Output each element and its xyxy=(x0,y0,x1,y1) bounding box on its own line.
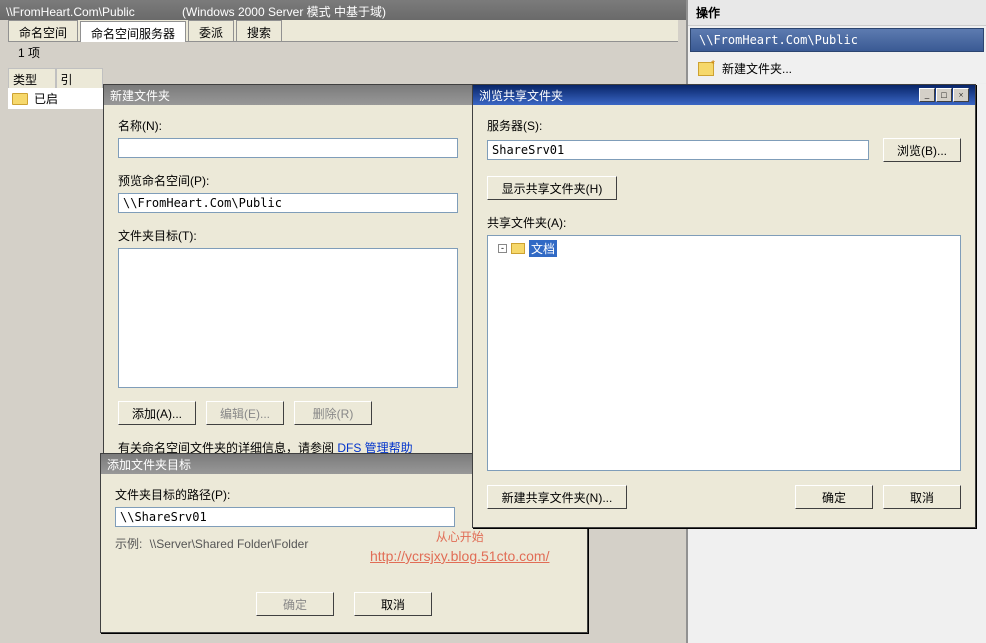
main-mode: (Windows 2000 Server 模式 中基于域) xyxy=(182,5,386,19)
tab-delegation[interactable]: 委派 xyxy=(188,20,234,41)
edit-button: 编辑(E)... xyxy=(206,401,284,425)
name-label: 名称(N): xyxy=(118,117,458,134)
example-value: \\Server\Shared Folder\Folder xyxy=(150,537,309,551)
item-count: 1 项 xyxy=(18,44,40,61)
tab-strip: 命名空间 命名空间服务器 委派 搜索 xyxy=(8,20,678,42)
list-row[interactable]: 已启 xyxy=(8,88,103,109)
maximize-button[interactable]: □ xyxy=(936,88,952,102)
tree-item[interactable]: - 文档 xyxy=(498,240,956,257)
row-status: 已启 xyxy=(34,90,58,107)
add-button[interactable]: 添加(A)... xyxy=(118,401,196,425)
example-label: 示例: xyxy=(115,537,142,551)
name-input[interactable] xyxy=(118,138,458,158)
browse-title: 浏览共享文件夹 xyxy=(479,87,563,104)
shares-tree[interactable]: - 文档 xyxy=(487,235,961,471)
main-path: \\FromHeart.Com\Public xyxy=(6,5,135,19)
actions-sub: \\FromHeart.Com\Public xyxy=(690,28,984,52)
delete-button: 删除(R) xyxy=(294,401,372,425)
window-buttons: _ □ × xyxy=(919,88,969,102)
actions-new-folder[interactable]: 新建文件夹... xyxy=(688,54,986,84)
show-shares-button[interactable]: 显示共享文件夹(H) xyxy=(487,176,617,200)
tree-collapse-icon[interactable]: - xyxy=(498,244,507,253)
server-label: 服务器(S): xyxy=(487,117,961,134)
browse-button[interactable]: 浏览(B)... xyxy=(883,138,961,162)
dialog-new-folder: 新建文件夹 名称(N): 预览命名空间(P): 文件夹目标(T): 添加(A).… xyxy=(103,84,473,464)
preview-label: 预览命名空间(P): xyxy=(118,172,458,189)
path-input[interactable] xyxy=(115,507,455,527)
tab-namespace[interactable]: 命名空间 xyxy=(8,20,78,41)
share-folder-icon xyxy=(511,243,525,254)
target-list[interactable] xyxy=(118,248,458,388)
add-target-ok-button: 确定 xyxy=(256,592,334,616)
folder-icon xyxy=(12,93,28,105)
actions-title: 操作 xyxy=(688,0,986,26)
target-label: 文件夹目标(T): xyxy=(118,227,458,244)
tab-search[interactable]: 搜索 xyxy=(236,20,282,41)
actions-new-folder-label: 新建文件夹... xyxy=(722,60,792,77)
new-folder-title: 新建文件夹 xyxy=(110,87,170,104)
new-share-button[interactable]: 新建共享文件夹(N)... xyxy=(487,485,627,509)
browse-title-bar[interactable]: 浏览共享文件夹 _ □ × xyxy=(473,85,975,105)
new-folder-title-bar[interactable]: 新建文件夹 xyxy=(104,85,472,105)
preview-input[interactable] xyxy=(118,193,458,213)
shares-label: 共享文件夹(A): xyxy=(487,214,961,231)
browse-ok-button[interactable]: 确定 xyxy=(795,485,873,509)
minimize-button[interactable]: _ xyxy=(919,88,935,102)
tab-namespace-servers[interactable]: 命名空间服务器 xyxy=(80,21,186,42)
browse-cancel-button[interactable]: 取消 xyxy=(883,485,961,509)
server-input[interactable] xyxy=(487,140,869,160)
add-target-title: 添加文件夹目标 xyxy=(107,456,191,473)
new-folder-icon xyxy=(698,62,714,76)
add-target-cancel-button[interactable]: 取消 xyxy=(354,592,432,616)
dialog-browse-shared-folder: 浏览共享文件夹 _ □ × 服务器(S): 浏览(B)... 显示共享文件夹(H… xyxy=(472,84,976,528)
close-button[interactable]: × xyxy=(953,88,969,102)
tree-item-label: 文档 xyxy=(529,240,557,257)
